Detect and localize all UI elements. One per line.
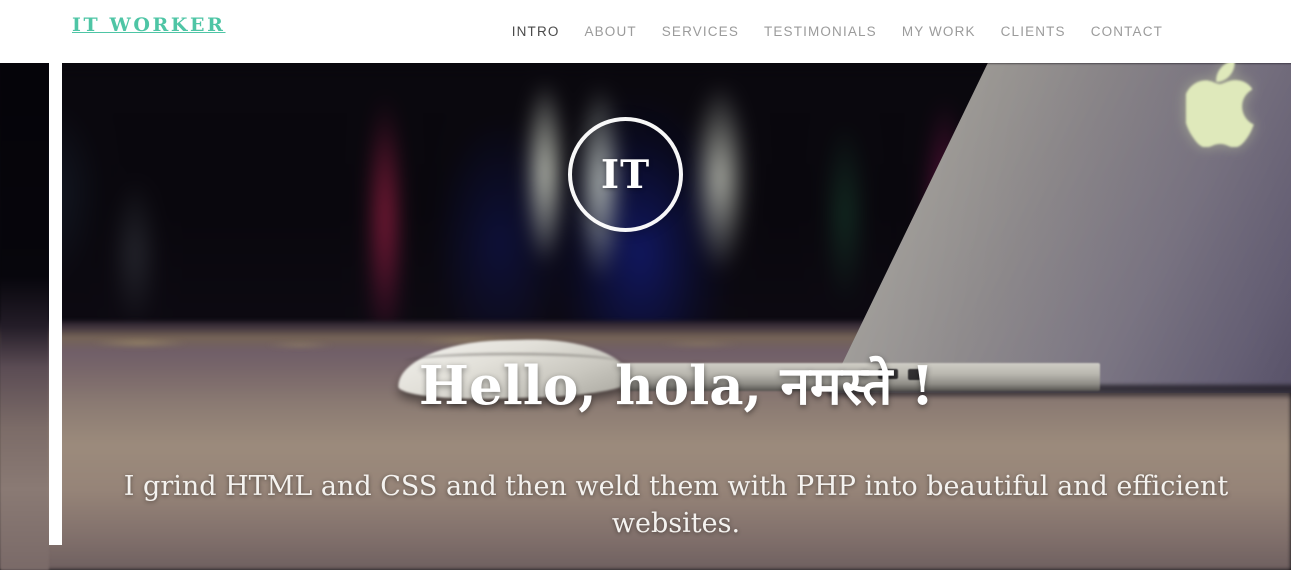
nav-item-contact[interactable]: CONTACT bbox=[1091, 24, 1163, 39]
it-circle-badge[interactable]: IT bbox=[568, 117, 683, 232]
it-badge-label: IT bbox=[600, 151, 651, 198]
nav-item-my-work[interactable]: MY WORK bbox=[902, 24, 976, 39]
macbook-port-2 bbox=[878, 369, 898, 379]
nav-item-services[interactable]: SERVICES bbox=[662, 24, 739, 39]
nav-item-intro[interactable]: INTRO bbox=[512, 24, 560, 39]
hero-left-gutter bbox=[0, 63, 49, 570]
apple-logo-icon bbox=[1186, 63, 1258, 147]
white-vertical-rule bbox=[49, 63, 62, 545]
magic-mouse-seam bbox=[404, 353, 620, 371]
site-header: IT WORKER INTRO ABOUT SERVICES TESTIMONI… bbox=[0, 0, 1291, 63]
macbook-port-1 bbox=[838, 371, 864, 376]
macbook-body-edge bbox=[620, 363, 1100, 391]
site-logo[interactable]: IT WORKER bbox=[72, 14, 226, 36]
nav-item-clients[interactable]: CLIENTS bbox=[1001, 24, 1066, 39]
macbook-port-3 bbox=[908, 369, 924, 380]
nav-item-testimonials[interactable]: TESTIMONIALS bbox=[764, 24, 877, 39]
hero-section: IT Hello, hola, नमस्ते ! I grind HTML an… bbox=[0, 63, 1291, 570]
nav-item-about[interactable]: ABOUT bbox=[585, 24, 637, 39]
main-navigation: INTRO ABOUT SERVICES TESTIMONIALS MY WOR… bbox=[512, 0, 1291, 63]
